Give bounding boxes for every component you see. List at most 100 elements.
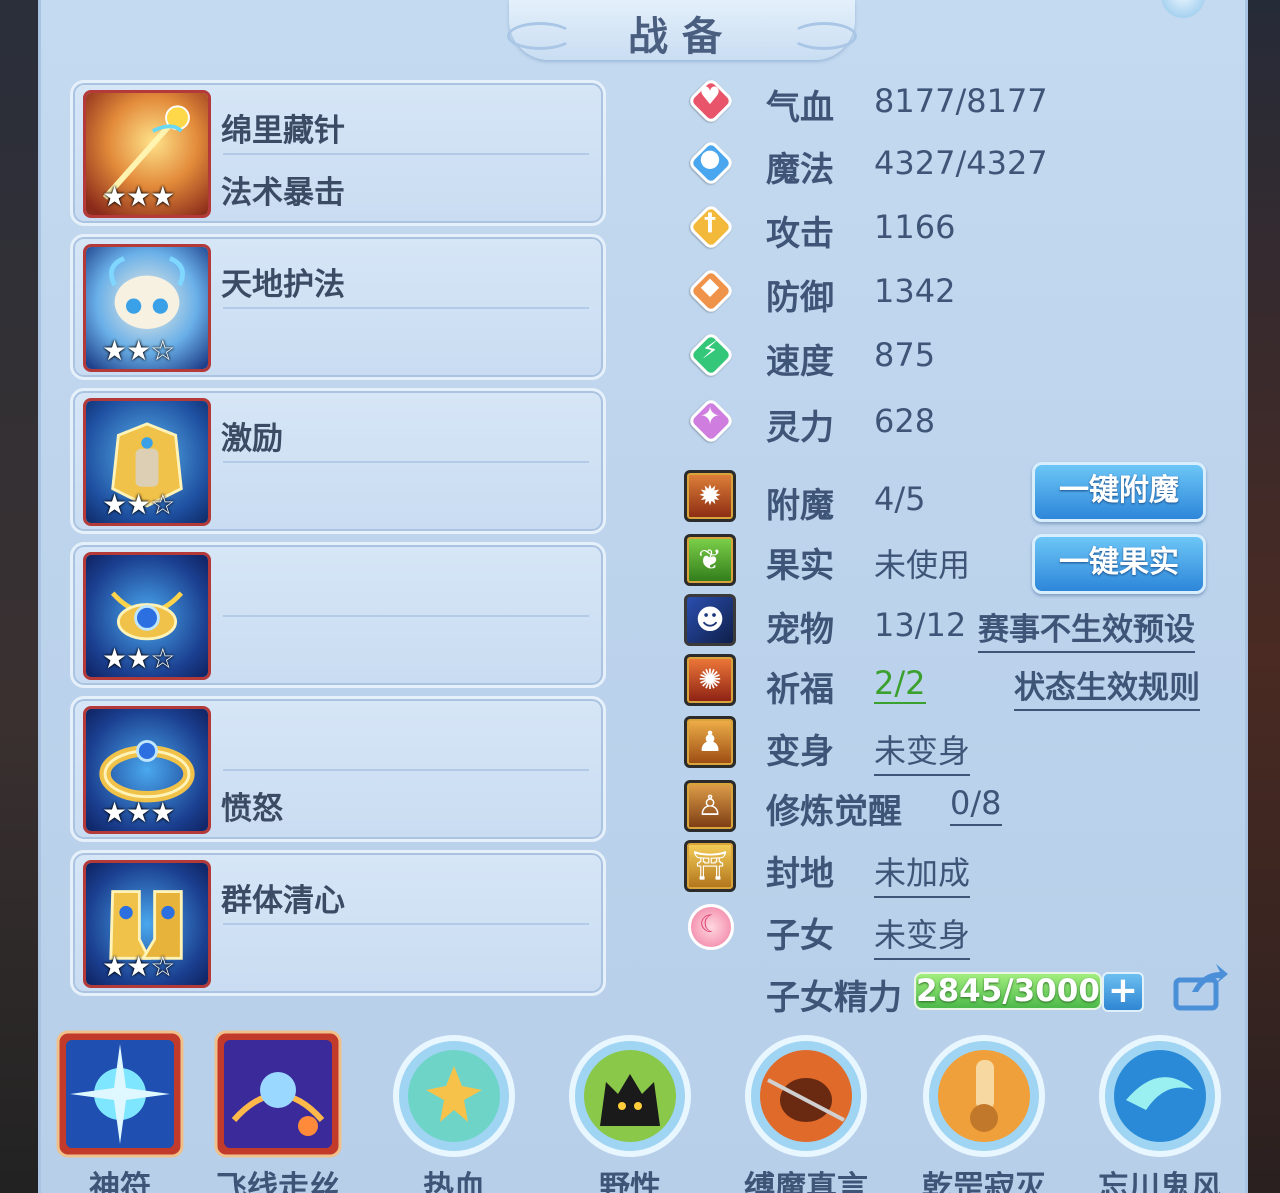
star-rating: ★★★ bbox=[102, 796, 175, 829]
blessing-label: 祈福 bbox=[766, 670, 834, 710]
bottom-skill-label: 缚魔真言 bbox=[744, 1170, 868, 1193]
enchant-label: 附魔 bbox=[766, 486, 834, 526]
stat-label-attack: 攻击 bbox=[766, 214, 834, 254]
skill-name: 绵里藏针 bbox=[221, 113, 345, 149]
bottom-skill-7[interactable]: 忘川鬼风 bbox=[1090, 1020, 1230, 1193]
heart-icon: ♥ bbox=[686, 76, 736, 126]
add-energy-button[interactable]: + bbox=[1102, 972, 1144, 1012]
golden-staff-icon: ★★★ bbox=[83, 90, 211, 218]
stat-label-speed: 速度 bbox=[766, 342, 834, 382]
golden-ring-icon: ★★★ bbox=[83, 706, 211, 834]
bottom-skill-5[interactable]: 缚魔真言 bbox=[736, 1020, 876, 1193]
sword-icon: † bbox=[686, 202, 736, 252]
child-energy-label: 子女精力 bbox=[766, 978, 902, 1018]
bottom-skill-label: 神符 bbox=[89, 1170, 151, 1193]
purple-lotus-icon bbox=[214, 1030, 342, 1158]
black-beast-icon bbox=[569, 1035, 691, 1157]
background-left bbox=[0, 0, 40, 1193]
star-rating: ★★☆ bbox=[102, 334, 175, 367]
star-rating: ★★☆ bbox=[102, 488, 175, 521]
stat-value-defense: 1342 bbox=[874, 272, 956, 310]
children-label: 子女 bbox=[766, 916, 834, 956]
shield-icon: ◆ bbox=[686, 266, 736, 316]
panel-title: 战备 bbox=[628, 14, 736, 60]
enchant-value: 4/5 bbox=[874, 480, 926, 518]
bottom-skill-label: 忘川鬼风 bbox=[1098, 1170, 1222, 1193]
bottom-skill-label: 热血 bbox=[423, 1170, 485, 1193]
bottom-skill-3[interactable]: 热血 bbox=[384, 1020, 524, 1193]
card-divider bbox=[223, 769, 589, 771]
share-icon[interactable] bbox=[1172, 962, 1230, 1012]
golden-armor-icon: ★★☆ bbox=[83, 398, 211, 526]
blue-gem-necklace-icon: ★★☆ bbox=[83, 552, 211, 680]
pet-label: 宠物 bbox=[766, 610, 834, 650]
fief-value[interactable]: 未加成 bbox=[874, 848, 971, 898]
enchant-flame-icon: ✹ bbox=[684, 470, 736, 522]
stat-value-mp: 4327/4327 bbox=[874, 144, 1048, 182]
star-rating: ★★☆ bbox=[102, 642, 175, 675]
stat-label-mp: 魔法 bbox=[766, 150, 834, 190]
blessing-icon: ✺ bbox=[684, 654, 736, 706]
transform-value[interactable]: 未变身 bbox=[874, 726, 971, 776]
title-plate: 战备 bbox=[507, 0, 857, 60]
bottom-skill-1[interactable]: 神符 bbox=[50, 1020, 190, 1193]
spirit-icon: ✦ bbox=[686, 396, 736, 446]
golden-figure-icon bbox=[393, 1035, 515, 1157]
bottom-skill-label: 乾罡寂灭 bbox=[922, 1170, 1046, 1193]
meditation-icon: ♙ bbox=[684, 780, 736, 832]
transform-label: 变身 bbox=[766, 732, 834, 772]
one-click-fruit-button[interactable]: 一键果实 bbox=[1032, 534, 1206, 594]
close-orb-icon[interactable] bbox=[1161, 0, 1205, 18]
event-preset-link[interactable]: 赛事不生效预设 bbox=[978, 604, 1195, 653]
monk-fist-icon bbox=[923, 1035, 1045, 1157]
stat-value-hp: 8177/8177 bbox=[874, 82, 1048, 120]
skill-card-4[interactable]: ★★☆ bbox=[70, 542, 606, 688]
skill-card-2[interactable]: ★★☆ 天地护法 bbox=[70, 234, 606, 380]
speed-icon: ⚡ bbox=[686, 330, 736, 380]
stat-label-hp: 气血 bbox=[766, 88, 834, 128]
cultivation-value[interactable]: 0/8 bbox=[950, 784, 1002, 826]
skill-card-6[interactable]: ★★☆ 群体清心 bbox=[70, 850, 606, 996]
fruit-leaf-icon: ❦ bbox=[684, 534, 736, 586]
mana-icon: ● bbox=[686, 138, 736, 188]
transform-figure-icon: ♟ bbox=[684, 716, 736, 768]
child-moon-icon: ☾ bbox=[686, 902, 734, 950]
skill-name: 天地护法 bbox=[221, 267, 345, 303]
status-rules-link[interactable]: 状态生效规则 bbox=[1014, 662, 1200, 711]
stat-label-spirit: 灵力 bbox=[766, 408, 834, 448]
star-rating: ★★★ bbox=[102, 180, 175, 213]
card-divider bbox=[223, 307, 589, 309]
stat-label-defense: 防御 bbox=[766, 278, 834, 318]
bottom-skill-6[interactable]: 乾罡寂灭 bbox=[914, 1020, 1054, 1193]
card-divider bbox=[223, 923, 589, 925]
bottom-skill-4[interactable]: 野性 bbox=[560, 1020, 700, 1193]
stat-value-spirit: 628 bbox=[874, 402, 936, 440]
skill-card-5[interactable]: ★★★ 愤怒 bbox=[70, 696, 606, 842]
cultivation-label: 修炼觉醒 bbox=[766, 792, 902, 832]
pet-value: 13/12 bbox=[874, 606, 967, 644]
children-value[interactable]: 未变身 bbox=[874, 910, 971, 960]
skill-name: 激励 bbox=[221, 421, 283, 457]
child-energy-value: 2845/3000 bbox=[916, 973, 1100, 1009]
fruit-label: 果实 bbox=[766, 546, 834, 586]
skill-card-3[interactable]: ★★☆ 激励 bbox=[70, 388, 606, 534]
fruit-value: 未使用 bbox=[874, 546, 971, 584]
one-click-enchant-button[interactable]: 一键附魔 bbox=[1032, 462, 1206, 522]
card-divider bbox=[223, 461, 589, 463]
blue-star-rune-icon bbox=[56, 1030, 184, 1158]
white-hat-helmet-icon: ★★☆ bbox=[83, 244, 211, 372]
bottom-skill-label: 飞线走丝 bbox=[216, 1170, 340, 1193]
bottom-skill-label: 野性 bbox=[599, 1170, 661, 1193]
skill-card-1[interactable]: ★★★ 绵里藏针 法术暴击 bbox=[70, 80, 606, 226]
golden-boots-icon: ★★☆ bbox=[83, 860, 211, 988]
skill-effect: 愤怒 bbox=[221, 791, 283, 827]
bottom-skill-2[interactable]: 飞线走丝 bbox=[208, 1020, 348, 1193]
skill-name: 群体清心 bbox=[221, 883, 345, 919]
card-divider bbox=[223, 615, 589, 617]
background-right bbox=[1244, 0, 1280, 1193]
pet-avatar-icon[interactable]: ☻ bbox=[684, 594, 736, 646]
fief-gate-icon: ⛩ bbox=[684, 840, 736, 892]
blessing-value[interactable]: 2/2 bbox=[874, 664, 926, 704]
star-rating: ★★☆ bbox=[102, 950, 175, 983]
child-energy-bar: 2845/3000 bbox=[914, 972, 1102, 1010]
